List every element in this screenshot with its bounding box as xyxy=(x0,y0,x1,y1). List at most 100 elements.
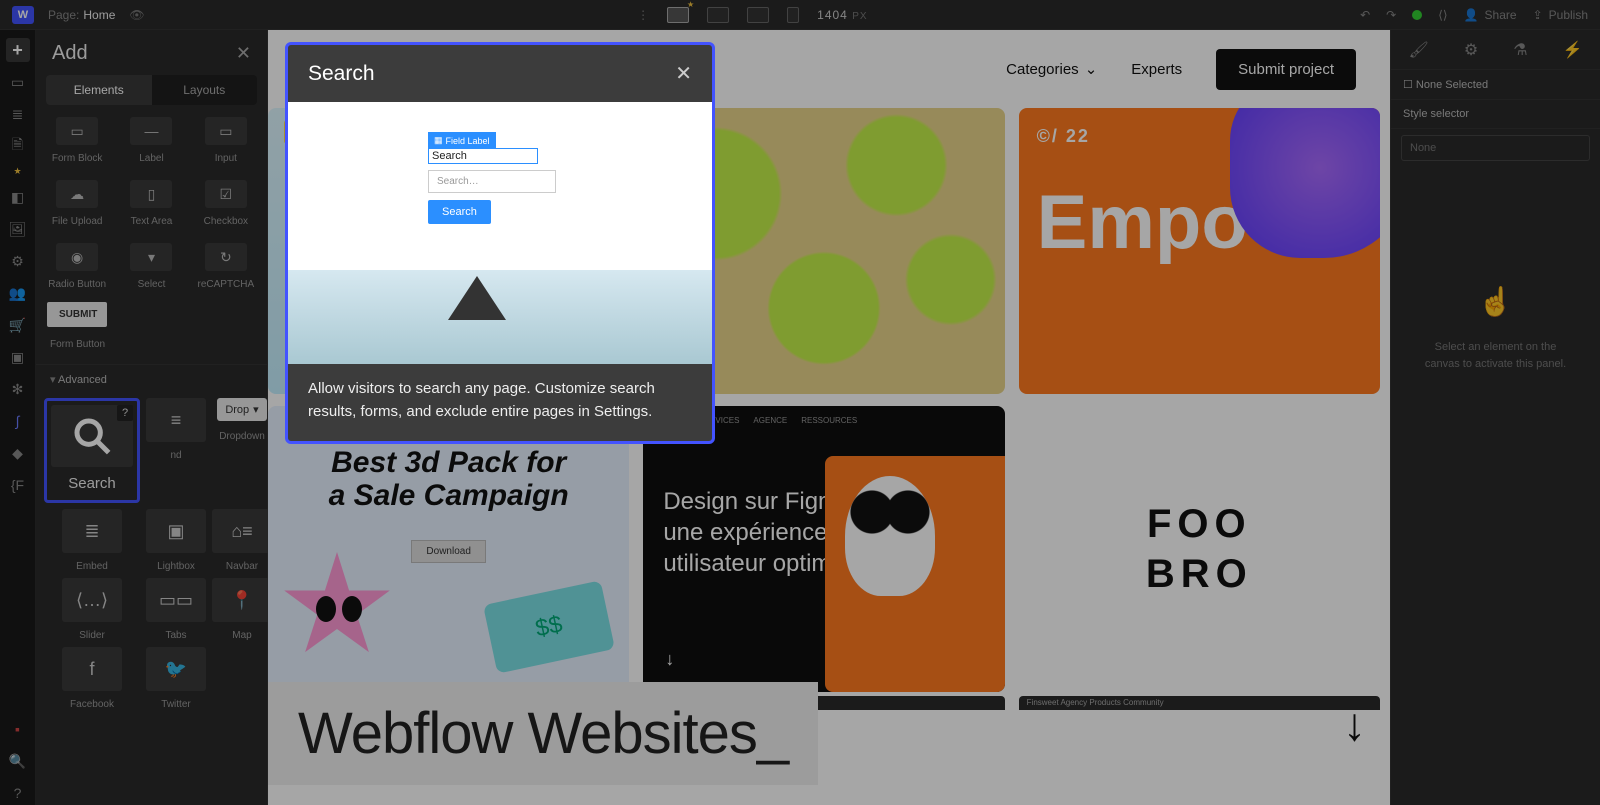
effects-icon[interactable]: ⚡ xyxy=(1563,40,1583,60)
element-lightbox[interactable]: ▣Lightbox xyxy=(146,509,206,572)
style-panel: 🖌 ⚙ ⚗ ⚡ ☐ None Selected Style selector N… xyxy=(1390,30,1600,805)
section-advanced[interactable]: Advanced xyxy=(36,364,267,392)
element-dropdown[interactable]: Drop ▾Dropdown xyxy=(212,398,272,503)
element-form-button[interactable]: Form Button xyxy=(36,333,267,356)
hero-title: Webflow Websites_ xyxy=(268,682,818,785)
figma-art-icon xyxy=(825,456,1005,692)
element-tabs[interactable]: ▭▭Tabs xyxy=(146,578,206,641)
code-icon[interactable]: ⟨⟩ xyxy=(1438,8,1447,22)
pointer-hand-icon: ☝ xyxy=(1419,281,1572,323)
element-radio[interactable]: ◉Radio Button xyxy=(42,237,112,296)
element-list[interactable]: ≡nd xyxy=(146,398,206,503)
menu-dots-icon[interactable]: ⋮ xyxy=(637,8,649,22)
redo-icon[interactable]: ↷ xyxy=(1386,8,1396,22)
settings-icon[interactable]: ⚙ xyxy=(1464,40,1478,60)
form-icon[interactable]: {F xyxy=(6,473,30,497)
page-icon[interactable]: 🗎 xyxy=(6,134,30,158)
chevron-down-icon: ⌄ xyxy=(1085,60,1098,78)
twitter-icon: 🐦 xyxy=(146,647,206,691)
element-navbar[interactable]: ⌂≡Navbar xyxy=(212,509,272,572)
element-input[interactable]: ▭Input xyxy=(191,111,261,170)
tab-elements[interactable]: Elements xyxy=(46,75,152,105)
facebook-icon: f xyxy=(62,647,122,691)
tab-layouts[interactable]: Layouts xyxy=(152,75,258,105)
cube-icon[interactable]: ◆ xyxy=(6,441,30,465)
element-map[interactable]: 📍Map xyxy=(212,578,272,641)
ecommerce-icon[interactable]: 🛒 xyxy=(6,313,30,337)
card-food[interactable]: FOOBRO xyxy=(1019,406,1380,692)
device-tablet-icon[interactable] xyxy=(707,7,729,23)
add-panel-title: Add xyxy=(52,42,88,65)
apps-icon[interactable]: ▣ xyxy=(6,345,30,369)
card-empo[interactable]: ©/ 22 Empo xyxy=(1019,108,1380,394)
download-button[interactable]: Download xyxy=(411,540,485,563)
element-facebook[interactable]: fFacebook xyxy=(44,647,140,710)
left-rail: + ▭ ≣ 🗎 ★ ◧ 🖼 ⚙ 👥 🛒 ▣ ✻ ∫ ◆ {F ▪ 🔍 ? xyxy=(0,30,36,805)
device-mobile-icon[interactable] xyxy=(787,7,799,23)
empty-state: ☝ Select an element on the canvas to act… xyxy=(1391,281,1600,372)
style-selector-input[interactable]: None xyxy=(1401,135,1590,161)
search-tooltip: Search ✕ ▦ Field Label Search Search… Se… xyxy=(285,42,715,444)
add-panel: Add ✕ Elements Layouts ▭Form Block —Labe… xyxy=(36,30,268,805)
undo-icon[interactable]: ↶ xyxy=(1360,8,1370,22)
pages-icon[interactable]: ≣ xyxy=(6,102,30,126)
publish-button[interactable]: ⇪ Publish xyxy=(1533,8,1588,22)
nav-submit-project[interactable]: Submit project xyxy=(1216,49,1356,90)
canvas-width: 1404 PX xyxy=(817,8,867,22)
style-selector-label: Style selector xyxy=(1391,100,1600,129)
card-figma[interactable]: DigidopSERVICESAGENCERESSOURCES Design s… xyxy=(643,406,1004,692)
help-icon[interactable]: ? xyxy=(6,781,30,805)
device-tablet-landscape-icon[interactable] xyxy=(747,7,769,23)
nav-categories[interactable]: Categories ⌄ xyxy=(1006,60,1097,78)
topbar: W Page: Home 👁 ⋮ 1404 PX ↶ ↷ ⟨⟩ 👤 Share … xyxy=(0,0,1600,30)
users-icon[interactable]: 👥 xyxy=(6,281,30,305)
close-icon[interactable]: ✕ xyxy=(236,43,251,64)
element-search[interactable]: ? Search xyxy=(44,398,140,503)
settings-gear-icon[interactable]: ✻ xyxy=(6,377,30,401)
money-card-icon: $$ xyxy=(483,580,615,673)
star-icon: ★ xyxy=(13,166,21,177)
add-tabs: Elements Layouts xyxy=(46,75,257,105)
add-icon[interactable]: + xyxy=(6,38,30,62)
element-form-block[interactable]: ▭Form Block xyxy=(42,111,112,170)
share-button[interactable]: 👤 Share xyxy=(1464,8,1517,22)
interactions-icon[interactable]: ⚗ xyxy=(1513,40,1527,60)
page-label: Page: xyxy=(48,8,79,22)
element-file-upload[interactable]: ☁File Upload xyxy=(42,174,112,233)
cms-icon[interactable]: ◧ xyxy=(6,185,30,209)
card-3dpack[interactable]: Best 3d Pack fora Sale Campaign Download… xyxy=(268,406,629,692)
tooltip-description: Allow visitors to search any page. Custo… xyxy=(288,364,712,441)
preview-label: Search xyxy=(428,148,538,164)
element-checkbox[interactable]: ☑Checkbox xyxy=(191,174,261,233)
tooltip-close-icon[interactable]: ✕ xyxy=(675,61,692,86)
arrow-down-icon: ↓ xyxy=(665,649,674,670)
preview-search-button: Search xyxy=(428,200,491,224)
status-dot-icon xyxy=(1412,10,1422,20)
device-desktop-icon[interactable] xyxy=(667,7,689,23)
element-slider[interactable]: ⟨…⟩Slider xyxy=(44,578,140,641)
logic-icon[interactable]: ∫ xyxy=(6,409,30,433)
element-embed[interactable]: ≣Embed xyxy=(44,509,140,572)
help-badge-icon[interactable]: ? xyxy=(117,405,133,421)
brush-icon[interactable]: 🖌 xyxy=(1409,40,1429,60)
navigator-icon[interactable]: ▭ xyxy=(6,70,30,94)
element-twitter[interactable]: 🐦Twitter xyxy=(146,647,206,710)
search-nav-icon[interactable]: 🔍 xyxy=(6,749,30,773)
page-name[interactable]: Home xyxy=(83,8,115,22)
map-pin-icon: 📍 xyxy=(212,578,272,622)
audit-icon[interactable]: ▪ xyxy=(6,717,30,741)
element-submit-button-thumb[interactable]: SUBMIT xyxy=(47,302,107,327)
none-selected: ☐ None Selected xyxy=(1391,70,1600,100)
element-text-area[interactable]: ▯Text Area xyxy=(116,174,186,233)
emp-blob-icon xyxy=(1230,108,1380,258)
assets-icon[interactable]: 🖼 xyxy=(6,217,30,241)
element-label[interactable]: —Label xyxy=(116,111,186,170)
nav-experts[interactable]: Experts xyxy=(1131,61,1182,78)
element-select[interactable]: ▾Select xyxy=(116,237,186,296)
preview-eye-icon[interactable]: 👁 xyxy=(129,8,144,22)
tooltip-title: Search xyxy=(308,62,375,86)
preview-input: Search… xyxy=(428,170,556,193)
webflow-logo-icon[interactable]: W xyxy=(12,6,34,24)
settings-tree-icon[interactable]: ⚙ xyxy=(6,249,30,273)
element-recaptcha[interactable]: ↻reCAPTCHA xyxy=(191,237,261,296)
